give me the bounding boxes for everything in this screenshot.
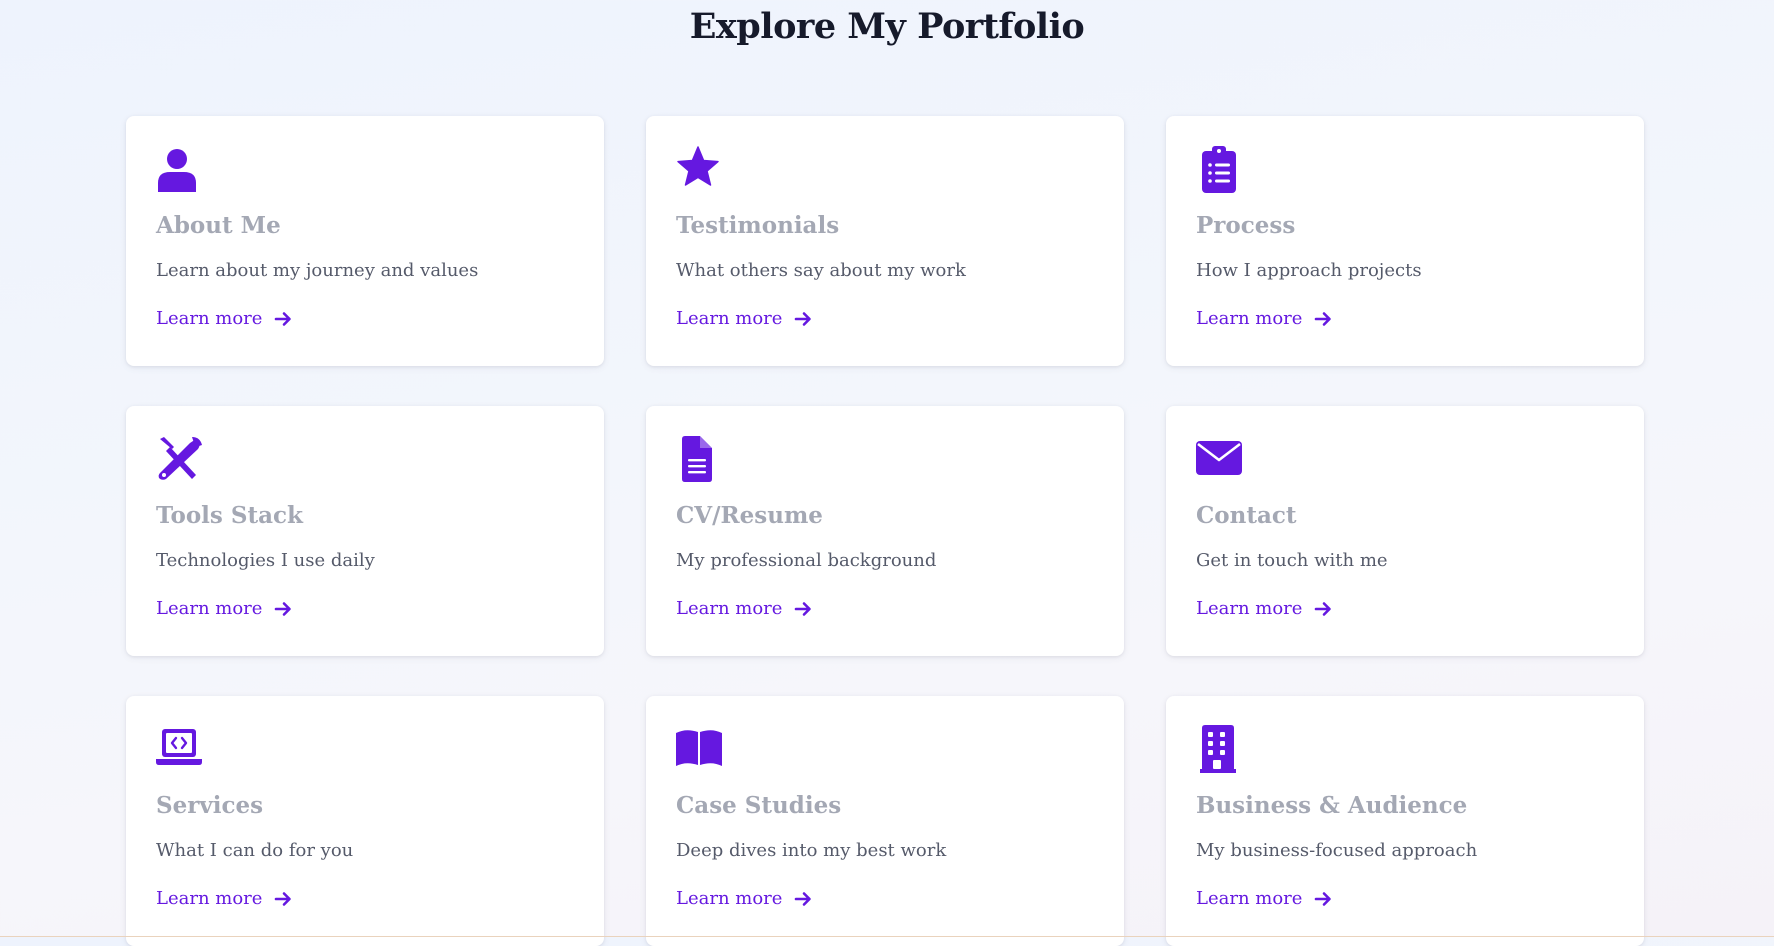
card-services[interactable]: Services What I can do for you Learn mor… (126, 696, 604, 946)
learn-more-label: Learn more (676, 308, 783, 329)
card-title: Testimonials (676, 212, 840, 239)
learn-more-label: Learn more (1196, 888, 1303, 909)
card-description: Learn about my journey and values (156, 260, 479, 281)
arrow-right-icon (1315, 601, 1332, 616)
laptop-code-icon (156, 725, 204, 773)
card-contact[interactable]: Contact Get in touch with me Learn more (1166, 406, 1644, 656)
card-title: Tools Stack (156, 502, 303, 529)
user-icon (156, 145, 204, 193)
tools-icon (156, 435, 204, 483)
card-testimonials[interactable]: Testimonials What others say about my wo… (646, 116, 1124, 366)
page-title: Explore My Portfolio (689, 6, 1085, 47)
arrow-right-icon (1315, 891, 1332, 906)
clipboard-list-icon (1196, 145, 1244, 193)
learn-more-link[interactable]: Learn more (1196, 598, 1332, 619)
arrow-right-icon (1315, 311, 1332, 326)
learn-more-link[interactable]: Learn more (1196, 308, 1332, 329)
card-title: Business & Audience (1196, 792, 1468, 819)
card-title: About Me (156, 212, 281, 239)
arrow-right-icon (795, 601, 812, 616)
card-title: Process (1196, 212, 1296, 239)
card-process[interactable]: Process How I approach projects Learn mo… (1166, 116, 1644, 366)
learn-more-link[interactable]: Learn more (676, 308, 812, 329)
learn-more-label: Learn more (156, 598, 263, 619)
card-tools-stack[interactable]: Tools Stack Technologies I use daily Lea… (126, 406, 604, 656)
card-cv-resume[interactable]: CV/Resume My professional background Lea… (646, 406, 1124, 656)
card-title: Contact (1196, 502, 1297, 529)
card-description: My business-focused approach (1196, 840, 1478, 861)
card-title: Case Studies (676, 792, 842, 819)
arrow-right-icon (275, 601, 292, 616)
arrow-right-icon (275, 311, 292, 326)
card-description: How I approach projects (1196, 260, 1422, 281)
learn-more-label: Learn more (1196, 308, 1303, 329)
learn-more-link[interactable]: Learn more (676, 598, 812, 619)
arrow-right-icon (275, 891, 292, 906)
card-case-studies[interactable]: Case Studies Deep dives into my best wor… (646, 696, 1124, 946)
learn-more-link[interactable]: Learn more (676, 888, 812, 909)
card-description: Deep dives into my best work (676, 840, 947, 861)
arrow-right-icon (795, 311, 812, 326)
star-icon (676, 145, 724, 193)
card-description: My professional background (676, 550, 937, 571)
learn-more-link[interactable]: Learn more (156, 888, 292, 909)
book-open-icon (676, 725, 724, 773)
learn-more-label: Learn more (1196, 598, 1303, 619)
card-description: What I can do for you (156, 840, 354, 861)
learn-more-label: Learn more (156, 308, 263, 329)
card-about-me[interactable]: About Me Learn about my journey and valu… (126, 116, 604, 366)
envelope-icon (1196, 435, 1244, 483)
card-description: Get in touch with me (1196, 550, 1388, 571)
card-business-audience[interactable]: Business & Audience My business-focused … (1166, 696, 1644, 946)
card-title: CV/Resume (676, 502, 823, 529)
card-description: What others say about my work (676, 260, 966, 281)
card-title: Services (156, 792, 264, 819)
card-description: Technologies I use daily (156, 550, 375, 571)
learn-more-label: Learn more (156, 888, 263, 909)
document-icon (676, 435, 724, 483)
building-icon (1196, 725, 1244, 773)
learn-more-link[interactable]: Learn more (156, 308, 292, 329)
learn-more-link[interactable]: Learn more (1196, 888, 1332, 909)
learn-more-label: Learn more (676, 888, 783, 909)
learn-more-label: Learn more (676, 598, 783, 619)
learn-more-link[interactable]: Learn more (156, 598, 292, 619)
arrow-right-icon (795, 891, 812, 906)
